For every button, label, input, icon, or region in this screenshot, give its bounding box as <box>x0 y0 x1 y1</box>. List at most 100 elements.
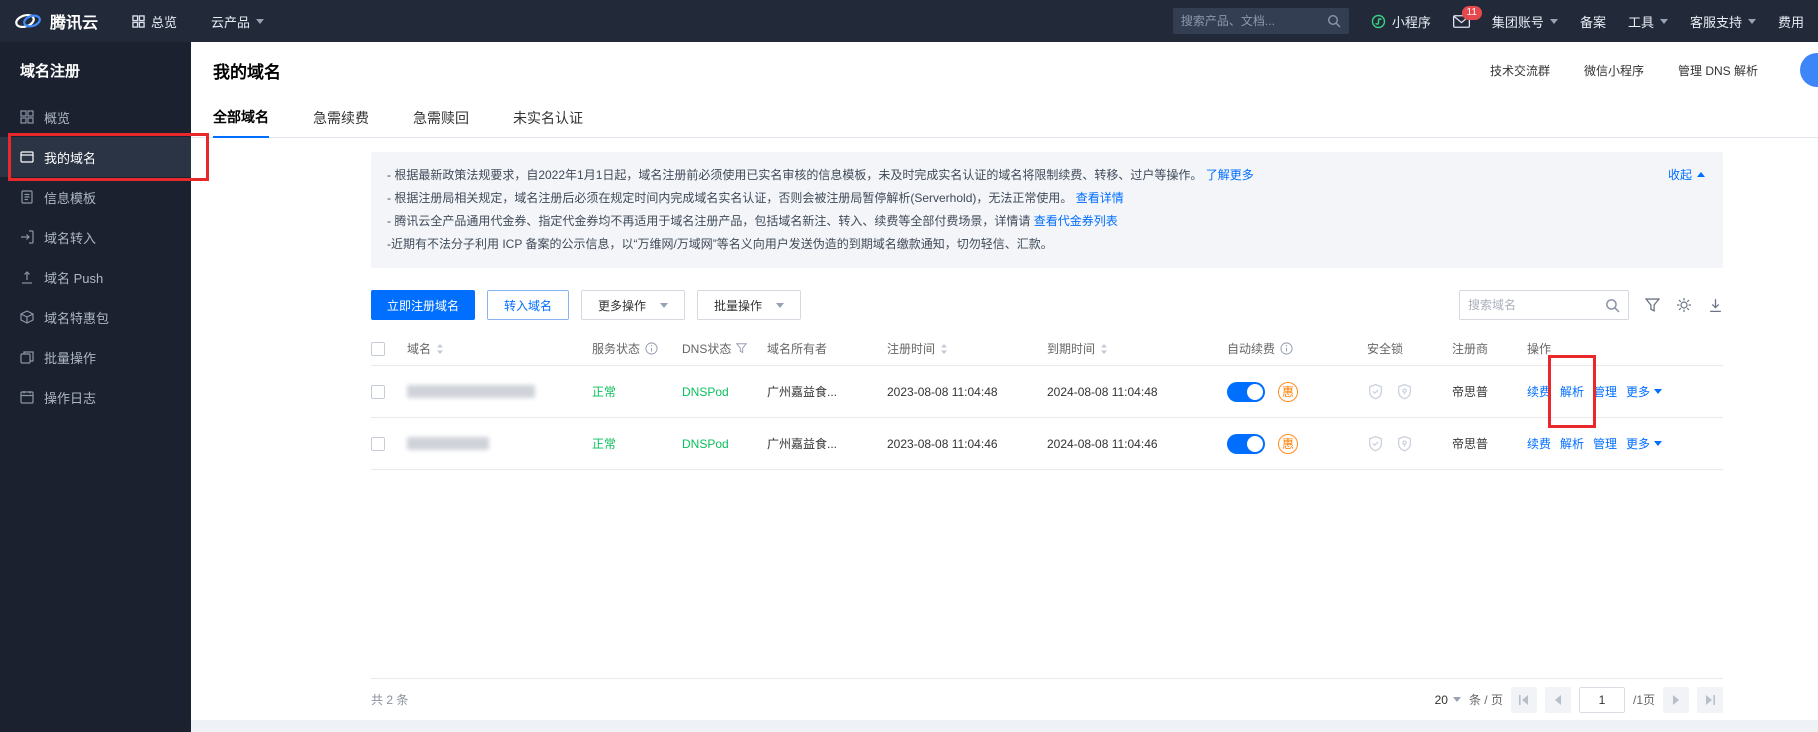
tab-all-domains[interactable]: 全部域名 <box>213 98 269 138</box>
topbar-support[interactable]: 客服支持 <box>1690 12 1756 31</box>
sort-icon[interactable] <box>436 343 444 355</box>
tencent-cloud-logo[interactable]: 腾讯云 <box>14 9 98 33</box>
domain-push-icon <box>20 270 34 284</box>
last-page-button[interactable] <box>1697 687 1723 713</box>
topbar-miniprogram[interactable]: 小程序 <box>1371 12 1431 31</box>
sidebar-item-label: 概览 <box>44 108 70 127</box>
sort-icon[interactable] <box>1100 343 1108 355</box>
info-icon[interactable] <box>1280 342 1293 355</box>
topbar-mail[interactable]: 11 <box>1453 15 1470 28</box>
topbar-group-account[interactable]: 集团账号 <box>1492 12 1558 31</box>
chevron-down-icon <box>1660 19 1668 24</box>
domain-search-box[interactable] <box>1459 290 1629 320</box>
special-package-icon <box>20 310 34 324</box>
notice-box: - 根据最新政策法规要求，自2022年1月1日起，域名注册前必须使用已实名审核的… <box>371 152 1723 268</box>
prev-page-button[interactable] <box>1545 687 1571 713</box>
avatar[interactable] <box>1800 53 1818 87</box>
gear-icon[interactable] <box>1676 297 1692 313</box>
auto-renew-toggle[interactable] <box>1227 382 1265 402</box>
select-all-checkbox[interactable] <box>371 342 385 356</box>
chevron-down-icon <box>1748 19 1756 24</box>
sidebar-item-label: 操作日志 <box>44 388 96 407</box>
info-icon[interactable] <box>645 342 658 355</box>
sidebar-item-overview[interactable]: 概览 <box>0 97 191 137</box>
domain-search-input[interactable] <box>1468 298 1605 312</box>
manage-link[interactable]: 管理 <box>1593 435 1617 452</box>
sidebar-item-operation-logs[interactable]: 操作日志 <box>0 377 191 417</box>
sidebar-item-special-packages[interactable]: 域名特惠包 <box>0 297 191 337</box>
wechat-miniprogram-link[interactable]: 微信小程序 <box>1584 62 1644 79</box>
topbar-billing[interactable]: 费用 <box>1778 12 1804 31</box>
renew-link[interactable]: 续费 <box>1527 435 1551 452</box>
row-checkbox[interactable] <box>371 437 385 451</box>
blurred-domain-name[interactable] <box>407 385 535 398</box>
transfer-domain-button[interactable]: 转入域名 <box>487 290 569 320</box>
per-page-label: 条 / 页 <box>1469 691 1503 708</box>
console-search-input[interactable] <box>1181 14 1327 28</box>
first-page-button[interactable] <box>1511 687 1537 713</box>
page-number-input[interactable] <box>1579 687 1625 713</box>
manage-dns-link[interactable]: 管理 DNS 解析 <box>1678 62 1758 79</box>
tab-not-verified[interactable]: 未实名认证 <box>513 98 583 137</box>
filter-icon[interactable] <box>1645 298 1660 313</box>
sidebar-item-domain-push[interactable]: 域名 Push <box>0 257 191 297</box>
topbar-beian[interactable]: 备案 <box>1580 12 1606 31</box>
sidebar: 域名注册 概览 我的域名 信息模板 域名 <box>0 42 191 732</box>
voucher-list-link[interactable]: 查看代金券列表 <box>1034 214 1118 228</box>
sidebar-item-batch-operations[interactable]: 批量操作 <box>0 337 191 377</box>
chevron-up-icon <box>1697 172 1705 177</box>
brand-label: 腾讯云 <box>50 9 98 33</box>
search-icon[interactable] <box>1327 14 1341 28</box>
chevron-down-icon <box>1654 441 1662 446</box>
resolve-link[interactable]: 解析 <box>1560 383 1584 400</box>
renew-link[interactable]: 续费 <box>1527 383 1551 400</box>
filter-icon[interactable] <box>736 343 747 354</box>
search-icon[interactable] <box>1605 298 1620 313</box>
page-size-select[interactable]: 20 <box>1435 693 1461 707</box>
tech-group-link[interactable]: 技术交流群 <box>1490 62 1550 79</box>
page-title: 我的域名 <box>213 58 281 83</box>
sidebar-item-label: 我的域名 <box>44 148 96 167</box>
pagination: 20 条 / 页 /1页 <box>1435 687 1723 713</box>
more-dropdown-link[interactable]: 更多 <box>1626 383 1662 400</box>
collapse-notice[interactable]: 收起 <box>1668 166 1705 183</box>
tab-urgent-renewal[interactable]: 急需续费 <box>313 98 369 137</box>
next-page-button[interactable] <box>1663 687 1689 713</box>
batch-actions-dropdown[interactable]: 批量操作 <box>697 290 801 320</box>
topbar-overview[interactable]: 总览 <box>132 12 177 31</box>
notice-line: - 根据最新政策法规要求，自2022年1月1日起，域名注册前必须使用已实名审核的… <box>387 164 1613 187</box>
cloud-logo-icon <box>14 11 42 31</box>
chevron-down-icon <box>1550 19 1558 24</box>
shield-lock-icon <box>1396 383 1413 400</box>
topbar-cloud-products[interactable]: 云产品 <box>211 12 264 31</box>
miniprogram-icon <box>1371 14 1386 29</box>
chevron-down-icon <box>256 19 264 24</box>
sidebar-item-info-templates[interactable]: 信息模板 <box>0 177 191 217</box>
sidebar-item-my-domains[interactable]: 我的域名 <box>0 137 191 177</box>
sort-icon[interactable] <box>940 343 948 355</box>
domain-owner: 广州嘉益食... <box>767 435 837 452</box>
sidebar-item-domain-transfer-in[interactable]: 域名转入 <box>0 217 191 257</box>
download-icon[interactable] <box>1708 298 1723 313</box>
promo-badge[interactable]: 惠 <box>1278 434 1298 454</box>
blurred-domain-name[interactable] <box>407 437 489 450</box>
register-domain-button[interactable]: 立即注册域名 <box>371 290 475 320</box>
page-background-strip <box>191 720 1818 732</box>
overview-icon <box>20 110 34 124</box>
row-checkbox[interactable] <box>371 385 385 399</box>
shield-icon <box>1367 435 1384 452</box>
learn-more-link[interactable]: 了解更多 <box>1206 168 1254 182</box>
tab-urgent-redeem[interactable]: 急需赎回 <box>413 98 469 137</box>
annotation-box-my-domains <box>8 133 209 181</box>
more-dropdown-link[interactable]: 更多 <box>1626 435 1662 452</box>
promo-badge[interactable]: 惠 <box>1278 382 1298 402</box>
column-auto-renew: 自动续费 <box>1227 340 1275 357</box>
auto-renew-toggle[interactable] <box>1227 434 1265 454</box>
manage-link[interactable]: 管理 <box>1593 383 1617 400</box>
more-actions-dropdown[interactable]: 更多操作 <box>581 290 685 320</box>
console-search-box[interactable] <box>1173 8 1349 34</box>
resolve-link[interactable]: 解析 <box>1560 435 1584 452</box>
register-time: 2023-08-08 11:04:46 <box>887 437 998 451</box>
topbar-tools[interactable]: 工具 <box>1628 12 1668 31</box>
view-details-link[interactable]: 查看详情 <box>1076 191 1124 205</box>
